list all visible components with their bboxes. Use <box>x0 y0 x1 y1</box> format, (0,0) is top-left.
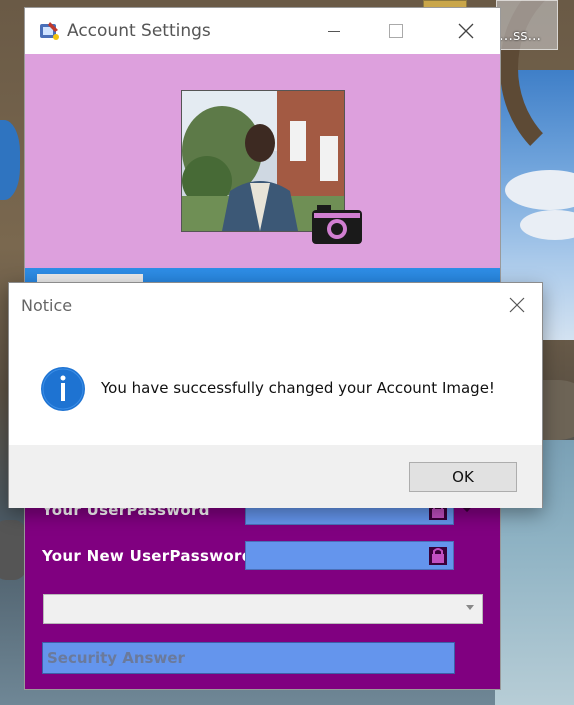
dialog-title: Notice <box>21 296 73 315</box>
chevron-down-icon[interactable] <box>466 605 474 610</box>
dialog-footer: OK <box>9 445 542 508</box>
minimize-icon <box>328 30 340 32</box>
minimize-button[interactable] <box>311 8 357 54</box>
camera-icon[interactable] <box>311 204 363 246</box>
close-icon <box>458 23 474 39</box>
maximize-button[interactable] <box>373 8 419 54</box>
new-password-label: Your New UserPassword <box>42 547 253 565</box>
maximize-icon <box>389 24 403 38</box>
desktop-shortcut-label: …ss... <box>499 28 541 44</box>
dialog-close-button[interactable] <box>501 289 533 321</box>
dialog-message: You have successfully changed your Accou… <box>101 379 495 397</box>
lock-icon[interactable] <box>427 545 449 567</box>
settings-app-icon <box>40 22 59 40</box>
info-icon <box>41 367 85 411</box>
window-title: Account Settings <box>67 21 211 41</box>
notice-dialog: Notice You have successfully changed you… <box>8 282 543 508</box>
security-answer-field[interactable]: Security Answer <box>42 642 455 674</box>
new-password-field[interactable] <box>245 541 454 570</box>
title-bar[interactable]: Account Settings <box>25 8 500 54</box>
profile-image-panel <box>25 54 500 268</box>
ok-button[interactable]: OK <box>409 462 517 492</box>
close-icon <box>509 297 525 313</box>
rock <box>0 120 20 200</box>
security-question-dropdown[interactable] <box>43 594 483 624</box>
close-button[interactable] <box>443 8 489 54</box>
